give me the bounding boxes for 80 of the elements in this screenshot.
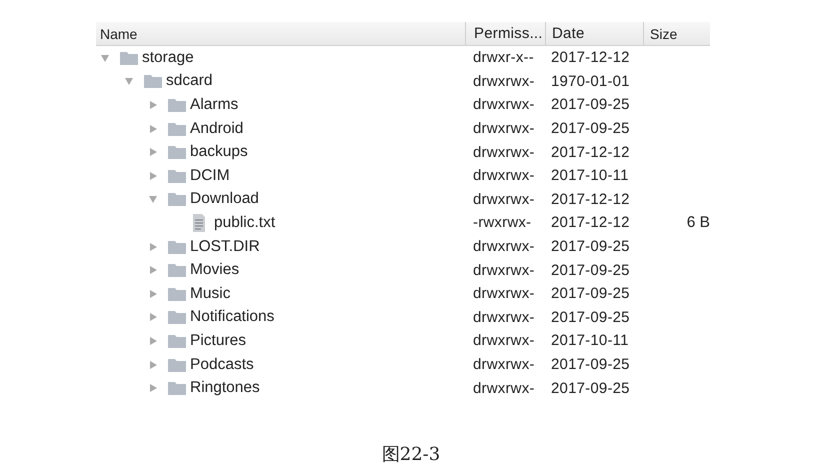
permissions-text: drwxrwx- — [473, 308, 535, 326]
file-name[interactable]: Alarms — [190, 96, 238, 114]
column-header[interactable]: Size — [643, 22, 710, 45]
file-name[interactable]: public.txt — [214, 214, 276, 232]
permissions-text: drwxrwx- — [473, 190, 535, 208]
disclosure-triangle-icon[interactable] — [100, 52, 110, 63]
permissions-text: -rwxrwx- — [473, 214, 532, 232]
folder-icon — [168, 310, 186, 324]
permissions-text: drwxrwx- — [473, 285, 535, 302]
file-name[interactable]: Podcasts — [190, 356, 254, 374]
permissions-text: drwxr-x-- — [473, 49, 534, 66]
folder-icon — [168, 240, 186, 254]
folder-icon — [168, 381, 186, 396]
folder-icon — [168, 334, 186, 348]
date-text: 2017-09-25 — [551, 285, 630, 302]
file-name[interactable]: LOST.DIR — [190, 238, 260, 256]
file-name[interactable]: Notifications — [190, 308, 274, 326]
size-text: 6 B — [686, 214, 710, 231]
permissions-text: drwxrwx- — [473, 380, 535, 397]
disclosure-triangle-icon[interactable] — [148, 265, 158, 276]
disclosure-triangle-icon[interactable] — [148, 383, 158, 394]
folder-icon — [168, 98, 186, 112]
date-text: 2017-09-25 — [551, 356, 630, 374]
date-text: 2017-09-25 — [551, 238, 630, 256]
folder-icon — [144, 74, 162, 88]
column-header[interactable]: Permiss... — [465, 22, 545, 45]
folder-icon — [168, 286, 186, 301]
document-icon — [192, 214, 206, 232]
date-text: 2017-10-11 — [551, 332, 629, 350]
date-text: 2017-10-11 — [551, 167, 629, 184]
column-header[interactable]: Name — [96, 22, 465, 45]
folder-icon — [168, 122, 186, 136]
file-name[interactable]: storage — [142, 48, 194, 67]
file-name[interactable]: Download — [190, 190, 259, 208]
disclosure-triangle-icon[interactable] — [148, 242, 158, 252]
date-text: 2017-12-12 — [551, 144, 630, 161]
date-text: 2017-09-25 — [551, 308, 630, 326]
folder-icon — [168, 192, 186, 206]
file-name[interactable]: sdcard — [166, 72, 213, 90]
folder-icon — [120, 50, 138, 65]
permissions-text: drwxrwx- — [473, 120, 535, 138]
file-name[interactable]: Movies — [190, 261, 240, 280]
folder-icon — [168, 168, 186, 183]
permissions-text: drwxrwx- — [473, 238, 535, 256]
permissions-text: drwxrwx- — [473, 72, 535, 90]
file-name[interactable]: DCIM — [190, 166, 230, 185]
folder-icon — [168, 358, 186, 372]
folder-icon — [168, 145, 186, 160]
disclosure-triangle-icon[interactable] — [148, 194, 158, 204]
disclosure-triangle-icon[interactable] — [148, 100, 158, 110]
permissions-text: drwxrwx- — [473, 262, 535, 279]
disclosure-triangle-icon[interactable] — [148, 360, 158, 370]
date-text: 2017-09-25 — [551, 96, 630, 114]
disclosure-triangle-icon[interactable] — [148, 124, 158, 134]
date-text: 1970-01-01 — [551, 72, 630, 90]
permissions-text: drwxrwx- — [473, 332, 535, 350]
date-text: 2017-09-25 — [551, 262, 630, 279]
date-text: 2017-09-25 — [551, 120, 630, 138]
file-name[interactable]: backups — [190, 143, 248, 162]
date-text: 2017-09-25 — [551, 380, 630, 397]
permissions-text: drwxrwx- — [473, 96, 535, 114]
permissions-text: drwxrwx- — [473, 144, 535, 161]
file-name[interactable]: Music — [190, 284, 230, 303]
disclosure-triangle-icon[interactable] — [148, 288, 158, 299]
date-text: 2017-12-12 — [551, 214, 630, 232]
figure-caption: 图22-3 — [380, 442, 442, 465]
disclosure-triangle-icon[interactable] — [148, 336, 158, 346]
date-text: 2017-12-12 — [551, 49, 630, 66]
folder-icon — [168, 263, 186, 278]
disclosure-triangle-icon[interactable] — [124, 76, 134, 86]
disclosure-triangle-icon[interactable] — [148, 312, 158, 322]
disclosure-triangle-icon[interactable] — [148, 147, 158, 158]
column-header[interactable]: Date — [545, 22, 643, 45]
file-name[interactable]: Android — [190, 120, 244, 138]
file-name[interactable]: Ringtones — [190, 379, 260, 398]
date-text: 2017-12-12 — [551, 190, 630, 208]
file-name[interactable]: Pictures — [190, 332, 246, 350]
permissions-text: drwxrwx- — [473, 356, 535, 374]
disclosure-triangle-icon[interactable] — [148, 170, 158, 181]
permissions-text: drwxrwx- — [473, 167, 535, 184]
